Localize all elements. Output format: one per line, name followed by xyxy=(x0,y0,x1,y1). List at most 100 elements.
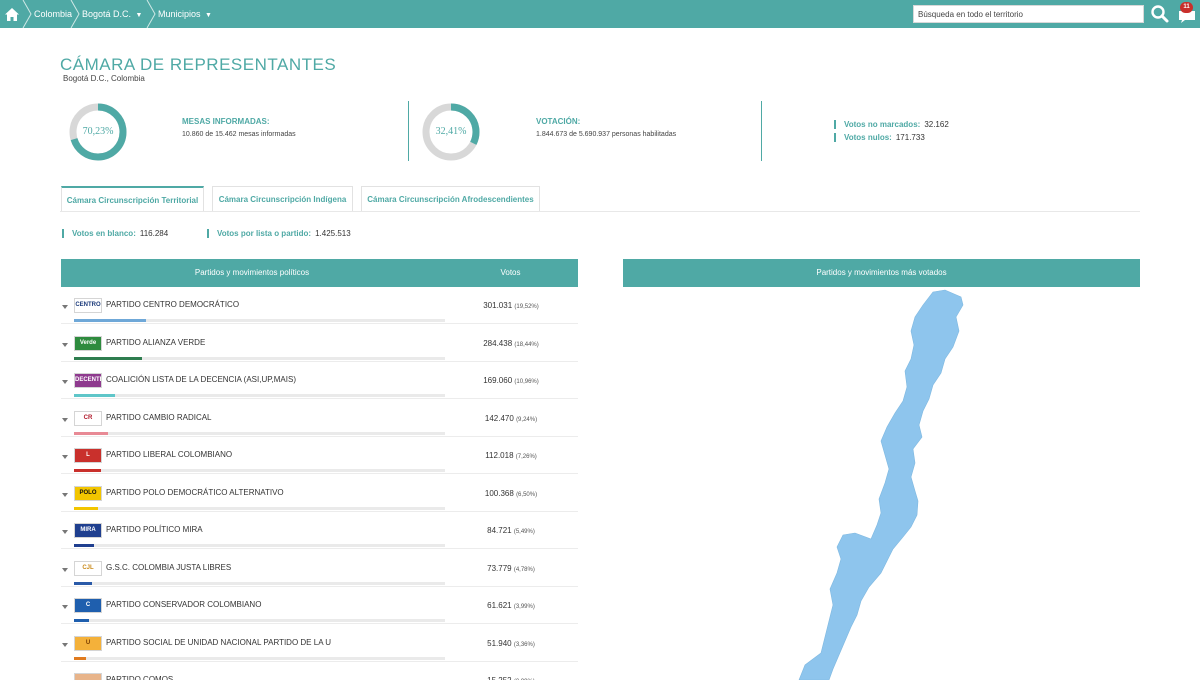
page-subtitle: Bogotá D.C., Colombia xyxy=(63,74,145,83)
party-votes: 100.368 (6,50%) xyxy=(461,489,561,498)
vote-share-bar xyxy=(74,469,445,472)
expand-caret-icon[interactable] xyxy=(62,455,68,459)
votos-por-lista: Votos por lista o partido: 1.425.513 xyxy=(207,229,351,238)
votacion-percent: 32,41% xyxy=(435,126,467,137)
table-row[interactable]: Verde PARTIDO ALIANZA VERDE 284.438 (18,44… xyxy=(61,325,578,362)
expand-caret-icon[interactable] xyxy=(62,567,68,572)
party-votes: 112.018 (7,26%) xyxy=(461,451,561,460)
party-name: PARTIDO SOCIAL DE UNIDAD NACIONAL PARTID… xyxy=(106,637,332,647)
table-row[interactable]: CR PARTIDO CAMBIO RADICAL 142.470 (9,24%) xyxy=(61,400,578,437)
table-row[interactable]: CJL G.S.C. COLOMBIA JUSTA LIBRES 73.779 (4… xyxy=(61,550,578,587)
home-icon xyxy=(5,7,19,21)
votos-en-blanco-value: 116.284 xyxy=(139,229,169,238)
votos-por-lista-label: Votos por lista o partido: xyxy=(217,229,312,238)
bogota-map-icon[interactable] xyxy=(623,287,1140,681)
vote-share-bar xyxy=(74,544,445,547)
vote-share-bar xyxy=(74,356,445,360)
expand-caret-icon[interactable] xyxy=(62,417,68,422)
votes-count: 301.031 xyxy=(483,301,513,310)
map-panel xyxy=(623,287,1140,681)
votos-nulos-label: Votos nulos: xyxy=(844,133,892,142)
expand-caret-icon[interactable] xyxy=(62,530,68,534)
votos-nulos: Votos nulos: 171.733 xyxy=(834,133,925,142)
vote-share-fill xyxy=(74,394,115,397)
divider xyxy=(408,101,409,161)
mesas-percent: 70,23% xyxy=(82,126,114,137)
vote-share-fill xyxy=(74,469,101,472)
table-row[interactable]: DECENTES COALICIÓN LISTA DE LA DECENCIA (… xyxy=(61,362,578,399)
votes-count: 142.470 xyxy=(484,413,514,423)
tab-camara-afrodescendientes[interactable]: Cámara Circunscripción Afrodescendientes xyxy=(361,186,540,212)
chevron-down-icon: ▼ xyxy=(135,12,143,19)
colombia-justa-libres-logo-icon: CJL xyxy=(74,560,102,576)
votacion-label: VOTACIÓN: xyxy=(536,117,581,126)
votes-percent: (19,52%) xyxy=(514,304,539,310)
party-name: PARTIDO CONSERVADOR COLOMBIANO xyxy=(106,600,262,609)
polo-logo-icon: POLO xyxy=(74,485,102,501)
centro-democratico-logo-icon: CENTRO xyxy=(74,298,102,313)
search-button[interactable] xyxy=(1150,4,1170,24)
party-name: PARTIDO POLÍTICO MIRA xyxy=(106,525,203,534)
party-votes: 301.031 (19,52%) xyxy=(461,301,561,310)
expand-caret-icon[interactable] xyxy=(62,342,68,347)
tab-camara-indigena[interactable]: Cámara Circunscripción Indígena xyxy=(212,186,353,212)
expand-caret-icon[interactable] xyxy=(62,605,68,609)
expand-caret-icon[interactable] xyxy=(62,642,68,647)
alianza-verde-logo-icon: Verde xyxy=(74,335,102,351)
party-votes: 84.721 (5,49%) xyxy=(461,526,561,535)
column-header-party: Partidos y movimientos políticos xyxy=(194,268,310,277)
tabs-divider xyxy=(60,211,1140,212)
party-name: PARTIDO CAMBIO RADICAL xyxy=(106,412,212,422)
breadcrumb-separator-icon xyxy=(22,0,32,28)
votos-nulos-value: 171.733 xyxy=(895,133,925,142)
table-row[interactable]: POLO PARTIDO POLO DEMOCRÁTICO ALTERNATIVO… xyxy=(61,475,578,512)
search-input[interactable] xyxy=(913,5,1144,23)
party-votes: 142.470 (9,24%) xyxy=(461,414,561,423)
search-icon xyxy=(1151,5,1169,23)
table-row[interactable]: CENTRO PARTIDO CENTRO DEMOCRÁTICO 301.031 … xyxy=(61,287,578,324)
table-row[interactable]: U PARTIDO SOCIAL DE UNIDAD NACIONAL PARTI… xyxy=(61,625,578,662)
page-title: CÁMARA DE REPRESENTANTES xyxy=(60,55,337,74)
votes-count: 73.779 xyxy=(487,563,512,573)
votes-count: 100.368 xyxy=(484,488,514,498)
table-row[interactable]: PARTIDO COMOS 15.252 (0,99%) xyxy=(61,662,578,680)
table-row[interactable]: C PARTIDO CONSERVADOR COLOMBIANO 61.621 (3… xyxy=(61,587,578,624)
expand-caret-icon[interactable] xyxy=(62,305,68,309)
votes-percent: (3,36%) xyxy=(513,641,535,648)
table-row[interactable]: MIRA PARTIDO POLÍTICO MIRA 84.721 (5,49%) xyxy=(61,512,578,549)
conservador-logo-icon: C xyxy=(74,598,102,613)
votes-count: 61.621 xyxy=(487,601,512,610)
mira-logo-icon: MIRA xyxy=(74,523,102,538)
votos-no-marcados-label: Votos no marcados: xyxy=(844,120,921,129)
breadcrumb-separator-icon xyxy=(70,0,80,28)
home-button[interactable] xyxy=(0,0,24,28)
votes-count: 15.252 xyxy=(487,676,511,680)
partido-de-la-u-logo-icon: U xyxy=(74,635,102,651)
vote-share-bar xyxy=(74,319,445,322)
expand-caret-icon[interactable] xyxy=(62,492,68,497)
breadcrumb-separator-icon xyxy=(146,0,156,28)
mesas-label: MESAS INFORMADAS: xyxy=(182,117,270,126)
votes-percent: (5,49%) xyxy=(513,529,535,535)
votes-count: 284.438 xyxy=(483,338,513,348)
breadcrumb-item-colombia[interactable]: Colombia xyxy=(34,0,72,28)
votos-en-blanco: Votos en blanco: 116.284 xyxy=(62,229,168,238)
cambio-radical-logo-icon: CR xyxy=(74,410,102,426)
results-table-body: CENTRO PARTIDO CENTRO DEMOCRÁTICO 301.031 … xyxy=(61,287,578,680)
breadcrumb-item-municipios[interactable]: Municipios ▼ xyxy=(158,0,212,28)
comos-logo-icon xyxy=(74,673,102,680)
party-votes: 73.779 (4,78%) xyxy=(461,564,561,573)
party-votes: 51.940 (3,36%) xyxy=(461,639,561,648)
votos-en-blanco-label: Votos en blanco: xyxy=(72,229,136,238)
vote-share-fill xyxy=(74,544,95,547)
vote-share-fill xyxy=(74,619,89,622)
party-name: PARTIDO LIBERAL COLOMBIANO xyxy=(106,450,233,459)
party-votes: 284.438 (18,44%) xyxy=(461,339,561,348)
votacion-detail: 1.844.673 de 5.690.937 personas habilita… xyxy=(536,131,677,138)
vote-share-fill xyxy=(74,506,99,510)
table-row[interactable]: L PARTIDO LIBERAL COLOMBIANO 112.018 (7,26… xyxy=(61,437,578,474)
votes-percent: (18,44%) xyxy=(514,341,539,348)
breadcrumb-item-bogota[interactable]: Bogotá D.C. ▼ xyxy=(82,0,142,28)
tab-camara-territorial[interactable]: Cámara Circunscripción Territorial xyxy=(61,186,204,212)
expand-caret-icon[interactable] xyxy=(62,380,68,384)
